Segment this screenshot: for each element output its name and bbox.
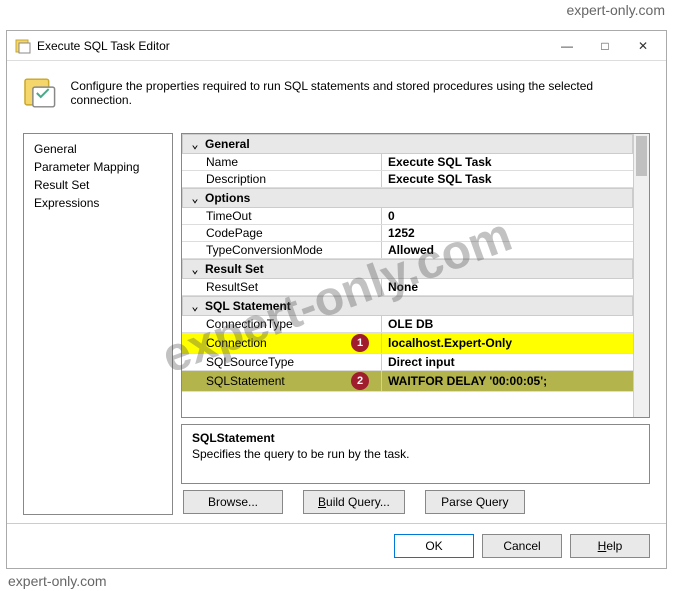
propgrid-value[interactable]: 1252 — [382, 225, 633, 241]
propgrid-label: ConnectionType — [182, 316, 382, 332]
description-panel: SQLStatement Specifies the query to be r… — [181, 424, 650, 484]
sidebar-item-expressions[interactable]: Expressions — [28, 194, 168, 212]
propgrid-value[interactable]: localhost.Expert-Only — [382, 333, 633, 353]
propgrid-label: TimeOut — [182, 208, 382, 224]
propgrid-value[interactable]: Direct input — [382, 354, 633, 370]
propgrid-row-connectiontype[interactable]: ConnectionTypeOLE DB — [182, 316, 633, 333]
ok-button[interactable]: OK — [394, 534, 474, 558]
propgrid-row-description[interactable]: DescriptionExecute SQL Task — [182, 171, 633, 188]
scrollbar[interactable] — [633, 134, 649, 417]
category-label: SQL Statement — [205, 299, 291, 313]
task-icon — [15, 38, 31, 54]
titlebar: Execute SQL Task Editor — □ ✕ — [7, 31, 666, 61]
propgrid-label: Description — [182, 171, 382, 187]
editor-window: Execute SQL Task Editor — □ ✕ Configure … — [6, 30, 667, 569]
category-label: General — [205, 137, 250, 151]
propgrid-row-resultset[interactable]: ResultSetNone — [182, 279, 633, 296]
browse-button[interactable]: Browse... — [183, 490, 283, 514]
footer: OK Cancel Help — [7, 523, 666, 568]
propgrid-label: ResultSet — [182, 279, 382, 295]
propgrid-row-sqlsourcetype[interactable]: SQLSourceTypeDirect input — [182, 354, 633, 371]
help-button[interactable]: Help — [570, 534, 650, 558]
propgrid-row-typeconversionmode[interactable]: TypeConversionModeAllowed — [182, 242, 633, 259]
build-query-button[interactable]: Build Query... — [303, 490, 405, 514]
watermark-bottom: expert-only.com — [8, 573, 107, 589]
close-button[interactable]: ✕ — [624, 32, 662, 60]
propgrid-row-sqlstatement[interactable]: SQLStatement2WAITFOR DELAY '00:00:05'; — [182, 371, 633, 392]
propgrid-label: CodePage — [182, 225, 382, 241]
collapse-icon[interactable]: ⌄ — [189, 299, 201, 313]
collapse-icon[interactable]: ⌄ — [189, 262, 201, 276]
propgrid-row-name[interactable]: NameExecute SQL Task — [182, 154, 633, 171]
watermark-top: expert-only.com — [566, 2, 665, 18]
propgrid-label: SQLStatement2 — [182, 371, 382, 391]
propgrid-row-codepage[interactable]: CodePage1252 — [182, 225, 633, 242]
propgrid-value[interactable]: OLE DB — [382, 316, 633, 332]
maximize-button[interactable]: □ — [586, 32, 624, 60]
sidebar-item-parameter-mapping[interactable]: Parameter Mapping — [28, 158, 168, 176]
property-grid: ⌄ General NameExecute SQL TaskDescriptionE… — [181, 133, 650, 418]
sidebar-item-result-set[interactable]: Result Set — [28, 176, 168, 194]
propgrid-label: Name — [182, 154, 382, 170]
propgrid-value[interactable]: 0 — [382, 208, 633, 224]
propgrid-value[interactable]: Allowed — [382, 242, 633, 258]
description-text: Specifies the query to be run by the tas… — [192, 447, 639, 461]
propgrid-category-general[interactable]: ⌄ General — [182, 134, 633, 154]
cancel-button[interactable]: Cancel — [482, 534, 562, 558]
parse-query-button[interactable]: Parse Query — [425, 490, 525, 514]
propgrid-value[interactable]: Execute SQL Task — [382, 171, 633, 187]
propgrid-row-connection[interactable]: Connection1localhost.Expert-Only — [182, 333, 633, 354]
propgrid-category-sql-statement[interactable]: ⌄ SQL Statement — [182, 296, 633, 316]
propgrid-category-options[interactable]: ⌄ Options — [182, 188, 633, 208]
propgrid-value[interactable]: None — [382, 279, 633, 295]
minimize-button[interactable]: — — [548, 32, 586, 60]
propgrid-value[interactable]: WAITFOR DELAY '00:00:05'; — [382, 371, 633, 391]
sidebar-item-general[interactable]: General — [28, 140, 168, 158]
category-label: Options — [205, 191, 250, 205]
category-label: Result Set — [205, 262, 264, 276]
task-large-icon — [23, 75, 59, 111]
collapse-icon[interactable]: ⌄ — [189, 137, 201, 151]
callout-badge-2: 2 — [351, 372, 369, 390]
sidebar: General Parameter Mapping Result Set Exp… — [23, 133, 173, 515]
propgrid-label: Connection1 — [182, 333, 382, 353]
header: Configure the properties required to run… — [7, 61, 666, 125]
scrollbar-thumb[interactable] — [636, 136, 647, 176]
propgrid-label: TypeConversionMode — [182, 242, 382, 258]
propgrid-label: SQLSourceType — [182, 354, 382, 370]
propgrid-row-timeout[interactable]: TimeOut0 — [182, 208, 633, 225]
propgrid-value[interactable]: Execute SQL Task — [382, 154, 633, 170]
callout-badge-1: 1 — [351, 334, 369, 352]
description-title: SQLStatement — [192, 431, 639, 445]
propgrid-category-result-set[interactable]: ⌄ Result Set — [182, 259, 633, 279]
header-description: Configure the properties required to run… — [71, 79, 650, 107]
collapse-icon[interactable]: ⌄ — [189, 191, 201, 205]
window-title: Execute SQL Task Editor — [37, 39, 548, 53]
